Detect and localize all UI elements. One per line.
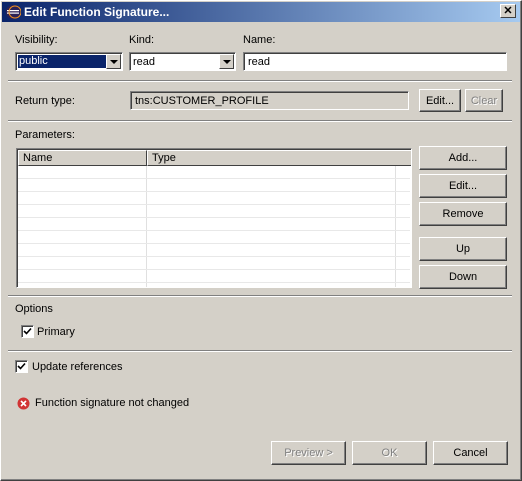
- eclipse-icon: [5, 4, 22, 20]
- return-type-clear-button[interactable]: Clear: [465, 89, 503, 112]
- table-row[interactable]: [18, 218, 410, 231]
- error-icon: [17, 397, 30, 410]
- edit-parameter-button[interactable]: Edit...: [419, 174, 507, 198]
- name-value: read: [248, 56, 271, 68]
- name-input[interactable]: read: [243, 52, 507, 71]
- close-icon: ✕: [503, 5, 513, 17]
- options-label: Options: [15, 303, 53, 315]
- move-down-button[interactable]: Down: [419, 265, 507, 289]
- table-row[interactable]: [18, 244, 410, 257]
- return-type-label: Return type:: [15, 95, 75, 107]
- close-button[interactable]: ✕: [500, 4, 516, 18]
- kind-value: read: [133, 56, 156, 68]
- table-row[interactable]: [18, 166, 410, 179]
- separator: [8, 295, 512, 297]
- table-row[interactable]: [18, 179, 410, 192]
- kind-select[interactable]: read: [129, 52, 236, 71]
- return-type-field: tns:CUSTOMER_PROFILE: [130, 91, 409, 110]
- window-title: Edit Function Signature...: [24, 5, 170, 19]
- visibility-value: public: [18, 55, 120, 68]
- visibility-select[interactable]: public: [15, 52, 123, 71]
- kind-label: Kind:: [129, 34, 155, 46]
- column-header-type[interactable]: Type: [147, 150, 411, 166]
- title-bar[interactable]: Edit Function Signature... ✕: [2, 2, 520, 22]
- parameters-label: Parameters:: [15, 129, 75, 141]
- ok-button[interactable]: OK: [352, 441, 427, 465]
- table-row[interactable]: [18, 257, 410, 270]
- table-row[interactable]: [18, 231, 410, 244]
- table-row[interactable]: [18, 192, 410, 205]
- move-up-button[interactable]: Up: [419, 237, 507, 261]
- status-message: Function signature not changed: [35, 397, 190, 409]
- name-label: Name:: [243, 34, 276, 46]
- cancel-button[interactable]: Cancel: [433, 441, 508, 465]
- chevron-down-icon[interactable]: [106, 54, 121, 69]
- separator: [8, 120, 512, 122]
- visibility-label: Visibility:: [15, 34, 58, 46]
- add-parameter-button[interactable]: Add...: [419, 146, 507, 170]
- update-references-label[interactable]: Update references: [32, 361, 123, 373]
- chevron-down-icon[interactable]: [219, 54, 234, 69]
- parameters-table[interactable]: Name Type: [16, 148, 412, 288]
- column-header-name[interactable]: Name: [18, 150, 147, 166]
- update-references-checkbox[interactable]: [15, 360, 28, 373]
- table-header: Name Type: [18, 150, 411, 166]
- checkmark-icon: [23, 327, 32, 335]
- separator: [8, 80, 512, 82]
- separator: [8, 350, 512, 352]
- remove-parameter-button[interactable]: Remove: [419, 202, 507, 226]
- table-row[interactable]: [18, 270, 410, 283]
- return-type-edit-button[interactable]: Edit...: [419, 89, 461, 112]
- primary-checkbox[interactable]: [21, 325, 34, 338]
- table-row[interactable]: [18, 205, 410, 218]
- primary-label[interactable]: Primary: [37, 326, 75, 338]
- preview-button[interactable]: Preview >: [271, 441, 346, 465]
- return-type-value: tns:CUSTOMER_PROFILE: [135, 95, 269, 107]
- checkmark-icon: [17, 362, 26, 370]
